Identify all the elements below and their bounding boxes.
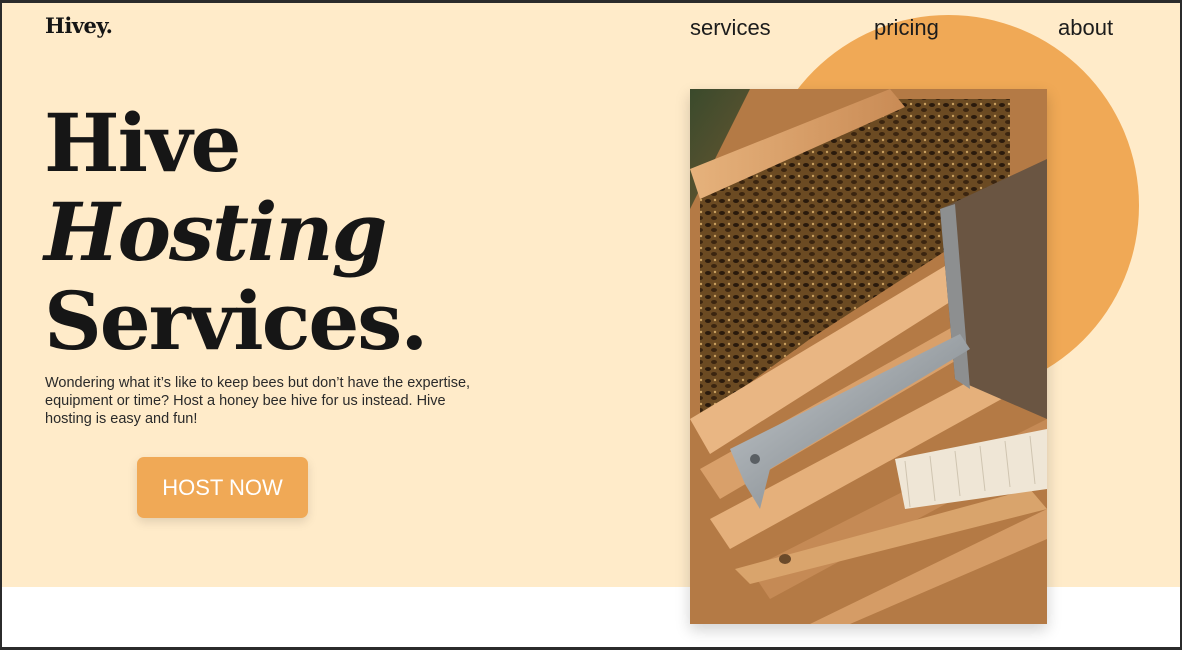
host-now-button[interactable]: HOST NOW	[137, 457, 308, 518]
hero-title-line3: Services.	[44, 274, 428, 368]
hero-title-line1: Hive	[44, 96, 241, 190]
hero-title: Hive Hosting Services.	[44, 96, 428, 368]
logo[interactable]: Hivey.	[45, 13, 113, 38]
nav-services[interactable]: services	[690, 15, 771, 41]
hero-description: Wondering what it’s like to keep bees bu…	[45, 375, 471, 427]
hero-image	[690, 89, 1047, 624]
page-frame: Hivey. services pricing about Hive Hosti…	[2, 3, 1180, 647]
beehive-illustration	[690, 89, 1047, 624]
nav-about[interactable]: about	[1058, 15, 1113, 41]
hero-title-line2: Hosting	[44, 185, 387, 279]
hero-section: Hivey. services pricing about Hive Hosti…	[2, 3, 1180, 624]
nav-pricing[interactable]: pricing	[874, 15, 939, 41]
